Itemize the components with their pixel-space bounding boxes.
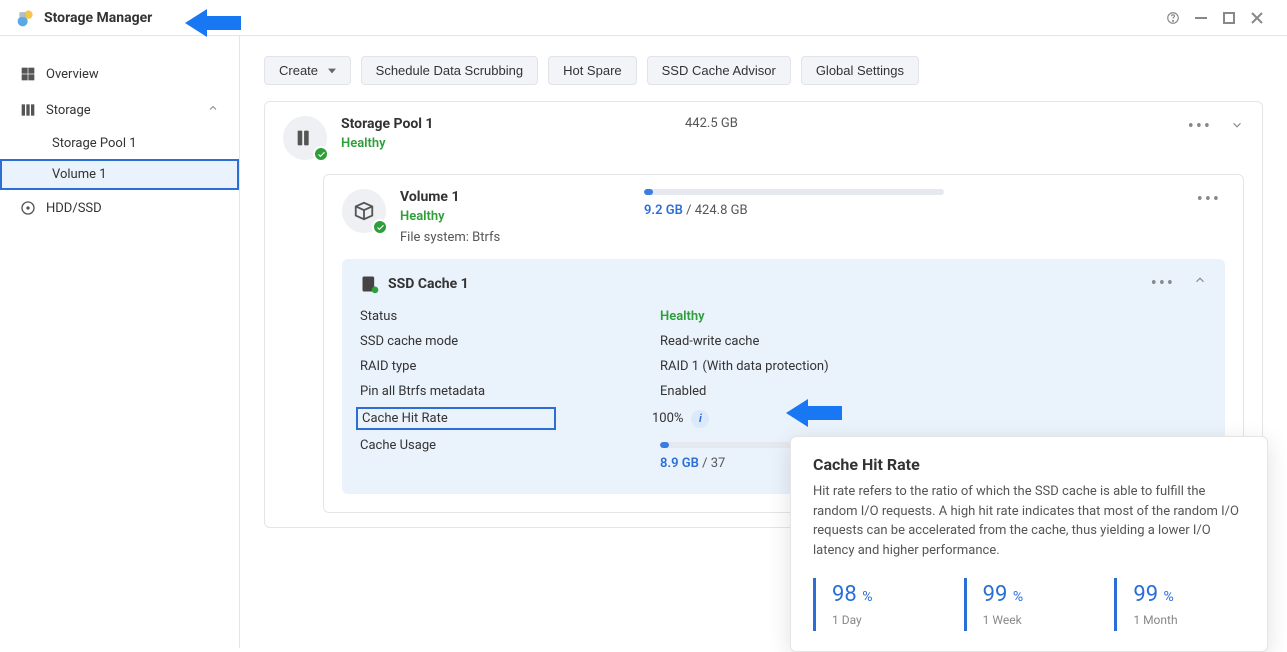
caret-down-icon [328,63,336,78]
storage-pool-capacity: 442.5 GB [685,116,738,131]
more-actions-button[interactable]: ••• [1193,189,1225,210]
row-value: Read-write cache [660,334,759,349]
row-label: Cache Usage [360,438,660,471]
stat-unit: % [862,589,872,605]
sidebar-label: HDD/SSD [46,201,102,216]
volume-filesystem: File system: Btrfs [400,230,500,245]
sidebar-item-overview[interactable]: Overview [0,56,239,92]
hot-spare-button[interactable]: Hot Spare [548,56,637,85]
volume-status: Healthy [400,209,500,224]
storage-icon [20,102,36,118]
row-value: Healthy [660,309,705,324]
volume-title: Volume 1 [400,189,500,205]
chevron-up-icon [207,102,219,118]
volume-total: 424.8 GB [695,203,748,218]
more-actions-button[interactable]: ••• [1147,273,1179,294]
ssd-cache-title: SSD Cache 1 [388,276,469,292]
row-label: Cache Hit Rate [356,407,556,430]
stat-period: 1 Day [832,613,928,627]
row-label: Status [360,309,660,324]
tooltip-stat: 99 % 1 Month [1114,578,1245,631]
volume-usage-bar [644,189,944,195]
tooltip-body: Hit rate refers to the ratio of which th… [813,482,1245,560]
app-title: Storage Manager [44,10,152,26]
cache-hit-rate-tooltip: Cache Hit Rate Hit rate refers to the ra… [790,436,1268,652]
row-label: RAID type [360,359,660,374]
sidebar-label: Volume 1 [52,167,107,182]
sidebar-item-hdd-ssd[interactable]: HDD/SSD [0,190,239,226]
collapse-toggle[interactable] [1230,118,1244,136]
collapse-toggle[interactable] [1193,273,1207,294]
annotation-arrow-icon [786,396,842,430]
sidebar-item-volume[interactable]: Volume 1 [0,159,239,190]
sidebar-label: Overview [46,67,99,82]
cache-used: 8.9 GB [660,456,699,471]
stat-value: 99 [983,582,1008,607]
create-button[interactable]: Create [264,56,351,85]
sidebar-item-storage[interactable]: Storage [0,92,239,128]
check-badge-icon [372,219,388,235]
row-value: RAID 1 (With data protection) [660,359,829,374]
row-value: 100% [652,411,683,426]
stat-period: 1 Week [983,613,1079,627]
minimize-button[interactable] [1187,4,1215,32]
volume-usage-text: 9.2 GB / 424.8 GB [644,203,1004,218]
storage-pool-status: Healthy [341,136,433,151]
close-button[interactable] [1243,4,1271,32]
help-button[interactable] [1159,4,1187,32]
volume-used: 9.2 GB [644,203,683,218]
button-label: Global Settings [816,63,904,78]
ssd-cache-icon [360,274,380,294]
tooltip-stat: 99 % 1 Week [964,578,1095,631]
stat-period: 1 Month [1133,613,1229,627]
global-settings-button[interactable]: Global Settings [801,56,919,85]
sidebar-item-storage-pool[interactable]: Storage Pool 1 [0,128,239,159]
app-icon [16,8,36,28]
button-label: Schedule Data Scrubbing [376,63,523,78]
stat-value: 99 [1133,582,1158,607]
cache-row-raid: RAID type RAID 1 (With data protection) [360,354,1207,379]
stat-unit: % [1013,589,1023,605]
info-icon[interactable]: i [691,410,709,428]
stat-unit: % [1164,589,1174,605]
more-actions-button[interactable]: ••• [1184,116,1216,137]
row-label: SSD cache mode [360,334,660,349]
cache-row-mode: SSD cache mode Read-write cache [360,329,1207,354]
schedule-scrubbing-button[interactable]: Schedule Data Scrubbing [361,56,538,85]
overview-icon [20,66,36,82]
row-label: Pin all Btrfs metadata [360,384,660,399]
disk-icon [20,200,36,216]
cache-row-hit-rate: Cache Hit Rate 100% i [360,404,1207,433]
sidebar: Overview Storage Storage Pool 1 Volume 1… [0,36,240,648]
ssd-cache-advisor-button[interactable]: SSD Cache Advisor [647,56,791,85]
storage-pool-title: Storage Pool 1 [341,116,433,132]
annotation-arrow-icon [185,6,241,40]
volume-icon [342,189,386,233]
maximize-button[interactable] [1215,4,1243,32]
check-badge-icon [313,146,329,162]
toolbar: Create Schedule Data Scrubbing Hot Spare… [264,56,1263,85]
sidebar-label: Storage [46,103,91,118]
cache-row-status: Status Healthy [360,304,1207,329]
storage-pool-icon [283,116,327,160]
stat-value: 98 [832,582,857,607]
sidebar-label: Storage Pool 1 [52,136,137,151]
button-label: Hot Spare [563,63,622,78]
button-label: SSD Cache Advisor [662,63,776,78]
tooltip-title: Cache Hit Rate [813,455,1245,474]
button-label: Create [279,63,318,78]
tooltip-stat: 98 % 1 Day [813,578,944,631]
cache-row-pin: Pin all Btrfs metadata Enabled [360,379,1207,404]
row-value: Enabled [660,384,706,399]
